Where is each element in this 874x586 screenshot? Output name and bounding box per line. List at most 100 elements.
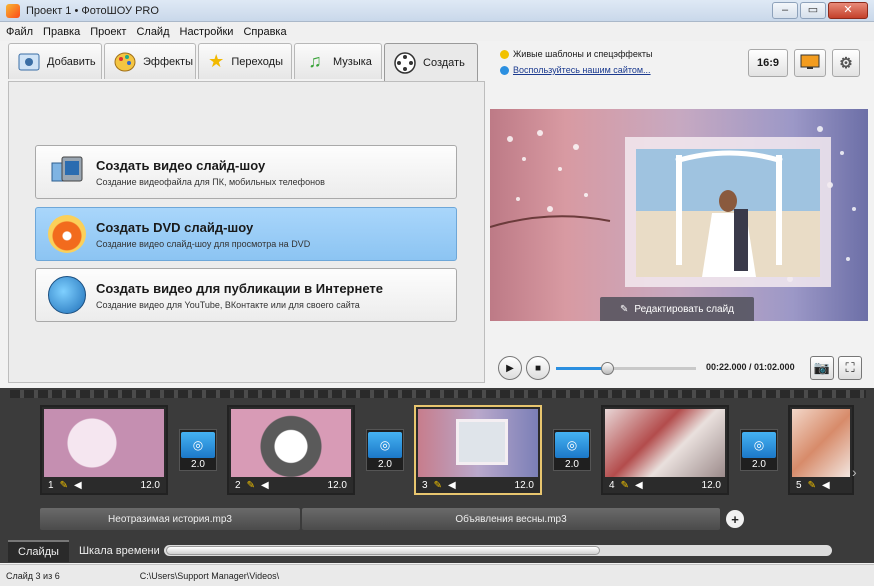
snapshot-button[interactable]: 📷 <box>810 356 834 380</box>
pencil-icon[interactable]: ✎ <box>247 480 255 491</box>
transition-icon: ◎ <box>368 432 402 458</box>
transition-icon: ◎ <box>555 432 589 458</box>
sound-icon[interactable]: ◀ <box>822 480 830 491</box>
tab-transitions[interactable]: ★ Переходы <box>198 43 292 79</box>
menu-settings[interactable]: Настройки <box>180 26 234 38</box>
scroll-right-icon[interactable]: › <box>852 464 857 480</box>
slide-number: 5 <box>796 479 802 491</box>
pencil-icon[interactable]: ✎ <box>60 480 68 491</box>
transition-duration: 2.0 <box>191 459 205 470</box>
action-title: Создать видео слайд-шоу <box>96 157 266 173</box>
slide-duration: 12.0 <box>327 479 347 491</box>
website-link[interactable]: Воспользуйтесь нашим сайтом... <box>513 65 651 75</box>
star-icon: ★ <box>208 51 225 71</box>
pencil-icon[interactable]: ✎ <box>808 480 816 491</box>
slide-image <box>605 409 725 477</box>
tab-timeline[interactable]: Шкала времени <box>69 541 170 561</box>
maximize-button[interactable]: ▭ <box>800 2 826 19</box>
menu-file[interactable]: Файл <box>6 26 33 38</box>
fullscreen-preview-button[interactable] <box>794 49 826 77</box>
transition-thumbnail[interactable]: ◎ 2.0 <box>366 429 404 471</box>
action-description: Создание видеофайла для ПК, мобильных те… <box>96 176 325 187</box>
pencil-icon[interactable]: ✎ <box>621 480 629 491</box>
camera-icon: 📷 <box>813 360 831 375</box>
transition-duration: 2.0 <box>565 459 579 470</box>
transition-thumbnail[interactable]: ◎ 2.0 <box>179 429 217 471</box>
seek-slider[interactable] <box>556 362 696 375</box>
tab-create[interactable]: Создать <box>384 43 478 81</box>
create-dvd-button[interactable]: Создать DVD слайд-шоу Создание видео сла… <box>35 207 457 261</box>
sound-icon[interactable]: ◀ <box>261 480 269 491</box>
close-button[interactable]: ✕ <box>828 2 868 19</box>
transition-thumbnail[interactable]: ◎ 2.0 <box>553 429 591 471</box>
music-track[interactable]: Неотразимая история.mp3 <box>40 508 300 530</box>
templates-link[interactable]: Живые шаблоны и спецэффекты <box>513 49 652 59</box>
aspect-ratio-button[interactable]: 16:9 <box>748 49 788 77</box>
pencil-icon: ✎ <box>619 303 629 315</box>
sound-icon[interactable]: ◀ <box>74 480 82 491</box>
action-description: Создание видео для YouTube, ВКонтакте ил… <box>96 299 360 310</box>
slide-image <box>792 409 850 477</box>
transition-thumbnail[interactable]: ◎ 2.0 <box>740 429 778 471</box>
slide-counter: Слайд 3 из 6 <box>6 570 60 581</box>
pencil-icon[interactable]: ✎ <box>434 480 442 491</box>
globe-icon <box>500 65 509 75</box>
slide-thumbnail[interactable]: 2 ✎ ◀ 12.0 <box>227 405 355 495</box>
stop-icon: ■ <box>534 362 542 374</box>
tab-add[interactable]: Добавить <box>8 43 102 79</box>
music-track[interactable]: Объявления весны.mp3 <box>302 508 720 530</box>
sound-icon[interactable]: ◀ <box>635 480 643 491</box>
star-icon <box>500 49 509 59</box>
music-note-icon: ♫ <box>308 51 322 71</box>
film-strip <box>10 390 866 398</box>
slide-thumbnail[interactable]: 1 ✎ ◀ 12.0 <box>40 405 168 495</box>
add-music-button[interactable]: + <box>726 510 744 528</box>
dvd-disc-icon <box>48 215 86 253</box>
main-tabs: Добавить Эффекты ★ Переходы ♫ Музыка Соз… <box>8 43 484 81</box>
sound-icon[interactable]: ◀ <box>448 480 456 491</box>
action-title: Создать DVD слайд-шоу <box>96 219 254 235</box>
add-photo-icon <box>17 50 41 74</box>
slides-timeline: 1 ✎ ◀ 12.0 ◎ 2.0 2 ✎ ◀ 12.0 ◎ 2.0 3 ✎ ◀ … <box>0 388 874 563</box>
templates-link-row[interactable]: Живые шаблоны и спецэффекты <box>500 49 652 59</box>
tab-slides[interactable]: Слайды <box>8 540 69 562</box>
slide-duration: 12.0 <box>701 479 721 491</box>
transition-icon: ◎ <box>742 432 776 458</box>
slide-thumbnail[interactable]: 4 ✎ ◀ 12.0 <box>601 405 729 495</box>
slide-duration: 12.0 <box>514 479 534 491</box>
slide-number: 3 <box>422 479 428 491</box>
fullscreen-icon: ⛶ <box>845 360 855 375</box>
globe-icon <box>48 276 86 314</box>
play-icon: ▶ <box>506 362 514 374</box>
menu-slide[interactable]: Слайд <box>136 26 169 38</box>
slide-number: 2 <box>235 479 241 491</box>
menu-edit[interactable]: Правка <box>43 26 80 38</box>
slide-image <box>231 409 351 477</box>
create-web-video-button[interactable]: Создать видео для публикации в Интернете… <box>35 268 457 322</box>
tab-effects[interactable]: Эффекты <box>104 43 196 79</box>
stop-button[interactable]: ■ <box>526 356 550 380</box>
timeline-scrollbar[interactable] <box>164 545 832 556</box>
menu-project[interactable]: Проект <box>90 26 126 38</box>
minimize-button[interactable]: – <box>772 2 798 19</box>
window-title: Проект 1 • ФотоШОУ PRO <box>26 4 159 17</box>
transition-duration: 2.0 <box>752 459 766 470</box>
transition-icon: ◎ <box>181 432 215 458</box>
app-icon <box>6 3 20 18</box>
monitor-icon <box>800 54 820 73</box>
tab-music[interactable]: ♫ Музыка <box>294 43 382 79</box>
fullscreen-button[interactable]: ⛶ <box>838 356 862 380</box>
edit-slide-button[interactable]: ✎ Редактировать слайд <box>600 297 754 321</box>
menu-help[interactable]: Справка <box>243 26 286 38</box>
settings-button[interactable]: ⚙ <box>832 49 860 77</box>
create-video-button[interactable]: Создать видео слайд-шоу Создание видеофа… <box>35 145 457 199</box>
play-button[interactable]: ▶ <box>498 356 522 380</box>
website-link-row[interactable]: Воспользуйтесь нашим сайтом... <box>500 65 651 75</box>
scrollbar-thumb[interactable] <box>166 546 600 555</box>
preview-toolbar: Живые шаблоны и спецэффекты Воспользуйте… <box>490 43 868 83</box>
slide-number: 4 <box>609 479 615 491</box>
slide-thumbnail[interactable]: 3 ✎ ◀ 12.0 <box>414 405 542 495</box>
slide-thumbnail[interactable]: 5 ✎ ◀ <box>788 405 854 495</box>
player-controls: ▶ ■ 00:22.000 / 01:02.000 📷 ⛶ <box>490 350 868 386</box>
seek-handle[interactable] <box>601 362 614 375</box>
